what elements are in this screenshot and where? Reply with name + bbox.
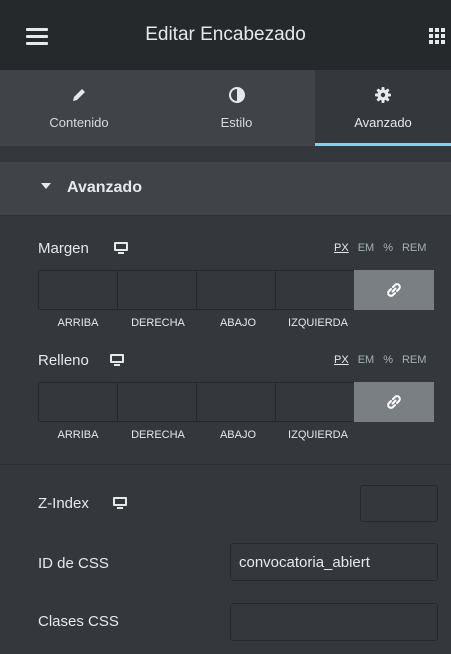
margin-left-input[interactable] (275, 270, 354, 310)
link-values-button[interactable] (354, 382, 434, 422)
pencil-icon (0, 86, 158, 104)
section-divider (0, 464, 451, 465)
padding-side-labels: ARRIBA DERECHA ABAJO IZQUIERDA (38, 429, 358, 441)
zindex-label: Z-Index (38, 495, 89, 512)
side-label-left: IZQUIERDA (288, 317, 348, 329)
tab-contenido[interactable]: Contenido (0, 70, 158, 146)
active-tab-indicator (315, 143, 451, 146)
contrast-icon (158, 86, 315, 104)
grid-icon[interactable] (429, 28, 445, 44)
unit-em[interactable]: EM (358, 354, 375, 366)
css-id-field (230, 543, 438, 581)
desktop-icon[interactable] (113, 497, 127, 509)
unit-rem[interactable]: REM (402, 242, 426, 254)
panel-header: Editar Encabezado (0, 0, 451, 70)
margin-dimensions (38, 270, 438, 310)
caret-down-icon (41, 183, 51, 189)
link-icon (387, 395, 401, 409)
gear-icon (315, 86, 451, 104)
tab-estilo[interactable]: Estilo (158, 70, 315, 146)
section-title: Avanzado (67, 179, 142, 196)
side-label-bottom: ABAJO (219, 317, 257, 329)
unit-em[interactable]: EM (358, 242, 375, 254)
side-label-bottom: ABAJO (219, 429, 257, 441)
margin-side-labels: ARRIBA DERECHA ABAJO IZQUIERDA (38, 317, 358, 329)
tab-avanzado[interactable]: Avanzado (315, 70, 451, 146)
side-label-right: DERECHA (131, 429, 185, 441)
margin-label: Margen (38, 240, 89, 257)
margin-bottom-input[interactable] (196, 270, 275, 310)
tab-label: Contenido (49, 115, 109, 130)
margin-right-input[interactable] (117, 270, 196, 310)
link-values-button[interactable] (354, 270, 434, 310)
padding-units: PX EM % REM (334, 354, 426, 366)
tab-label: Avanzado (354, 115, 412, 130)
side-label-top: ARRIBA (57, 429, 99, 441)
panel-title: Editar Encabezado (145, 24, 306, 45)
unit-px[interactable]: PX (334, 242, 349, 254)
margin-top-input[interactable] (38, 270, 117, 310)
side-label-left: IZQUIERDA (288, 429, 348, 441)
tab-bar: Contenido Estilo Avanzado (0, 70, 451, 146)
padding-label: Relleno (38, 352, 89, 369)
zindex-input[interactable] (360, 485, 438, 522)
css-id-input[interactable] (231, 544, 437, 580)
unit-percent[interactable]: % (383, 354, 393, 366)
link-icon (387, 283, 401, 297)
desktop-icon[interactable] (114, 242, 128, 254)
side-label-top: ARRIBA (57, 317, 99, 329)
margin-units: PX EM % REM (334, 242, 426, 254)
unit-percent[interactable]: % (383, 242, 393, 254)
css-classes-field (230, 603, 438, 641)
side-label-right: DERECHA (131, 317, 185, 329)
padding-dimensions (38, 382, 438, 422)
css-classes-label: Clases CSS (38, 613, 119, 630)
padding-left-input[interactable] (275, 382, 354, 422)
css-classes-input[interactable] (231, 604, 437, 640)
padding-right-input[interactable] (117, 382, 196, 422)
section-header-avanzado[interactable]: Avanzado (0, 162, 451, 216)
unit-rem[interactable]: REM (402, 354, 426, 366)
unit-px[interactable]: PX (334, 354, 349, 366)
tab-label: Estilo (220, 115, 253, 130)
padding-bottom-input[interactable] (196, 382, 275, 422)
padding-top-input[interactable] (38, 382, 117, 422)
css-id-label: ID de CSS (38, 555, 109, 572)
desktop-icon[interactable] (110, 354, 124, 366)
